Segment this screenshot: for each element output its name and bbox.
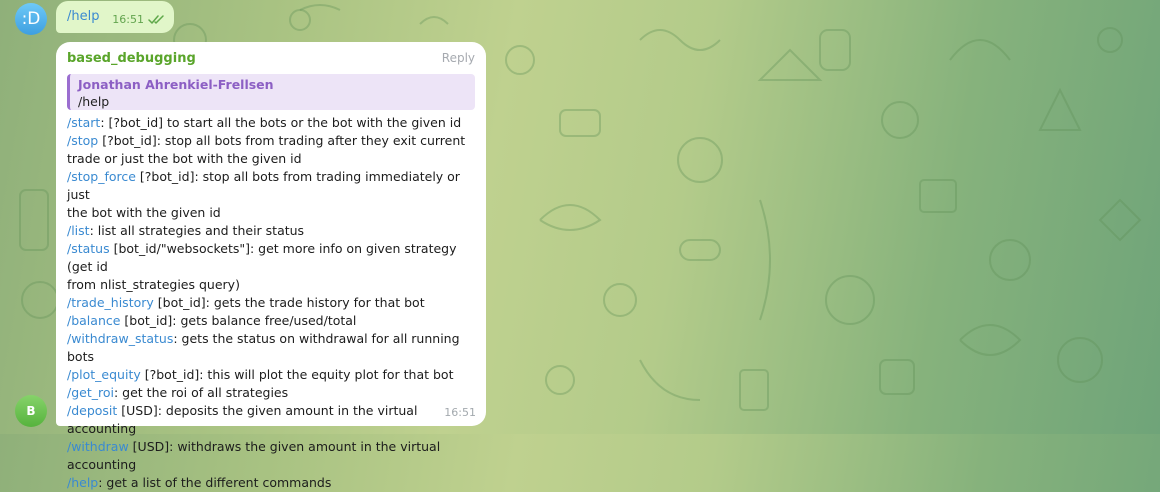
command-description: [bot_id/"websockets"]: get more info on …: [67, 241, 457, 274]
command-line: /status [bot_id/"websockets"]: get more …: [67, 240, 475, 276]
command-link[interactable]: /trade_history: [67, 295, 154, 310]
command-link[interactable]: /balance: [67, 313, 120, 328]
command-line: /balance [bot_id]: gets balance free/use…: [67, 312, 475, 330]
command-description: [?bot_id]: this will plot the equity plo…: [140, 367, 454, 382]
double-check-icon: [148, 15, 164, 24]
command-description: [bot_id]: gets the trade history for tha…: [153, 295, 425, 310]
outgoing-command-link[interactable]: /help: [67, 9, 99, 24]
command-link[interactable]: /withdraw: [67, 439, 129, 454]
own-avatar-initials: :D: [21, 9, 41, 29]
reply-button[interactable]: Reply: [442, 51, 475, 65]
quote-text: /help: [78, 94, 110, 109]
command-link[interactable]: /stop: [67, 133, 98, 148]
incoming-message-time: 16:51: [444, 406, 476, 419]
command-description: [bot_id]: gets balance free/used/total: [120, 313, 357, 328]
command-description: trade or just the bot with the given id: [67, 151, 302, 166]
command-description: accounting: [67, 457, 137, 472]
command-line: /withdraw [USD]: withdraws the given amo…: [67, 438, 475, 456]
command-link[interactable]: /plot_equity: [67, 367, 141, 382]
command-line: the bot with the given id: [67, 204, 475, 222]
command-link[interactable]: /stop_force: [67, 169, 136, 184]
command-link[interactable]: /get_roi: [67, 385, 114, 400]
command-line: /stop [?bot_id]: stop all bots from trad…: [67, 132, 475, 150]
command-description: [?bot_id]: stop all bots from trading af…: [98, 133, 466, 148]
command-line: /list: list all strategies and their sta…: [67, 222, 475, 240]
outgoing-message-meta: 16:51: [112, 13, 166, 26]
bot-avatar[interactable]: B: [15, 395, 47, 427]
command-description: the bot with the given id: [67, 205, 221, 220]
command-description: : list all strategies and their status: [89, 223, 305, 238]
command-line: trade or just the bot with the given id: [67, 150, 475, 168]
command-line: /plot_equity [?bot_id]: this will plot t…: [67, 366, 475, 384]
command-description: : get a list of the different commands: [98, 475, 332, 490]
command-link[interactable]: /help: [67, 475, 98, 490]
command-link[interactable]: /deposit: [67, 403, 117, 418]
message-header: based_debugging Reply: [67, 51, 475, 69]
command-line: /trade_history [bot_id]: gets the trade …: [67, 294, 475, 312]
command-description: from nlist_strategies query): [67, 277, 240, 292]
command-line: /stop_force [?bot_id]: stop all bots fro…: [67, 168, 475, 204]
command-line: from nlist_strategies query): [67, 276, 475, 294]
incoming-message-bubble[interactable]: based_debugging Reply Jonathan Ahrenkiel…: [56, 42, 486, 490]
sender-name[interactable]: based_debugging: [67, 51, 196, 66]
own-avatar[interactable]: :D: [15, 3, 47, 35]
reply-quote[interactable]: Jonathan Ahrenkiel-Frellsen /help: [67, 74, 475, 110]
command-line: /start: [?bot_id] to start all the bots …: [67, 114, 475, 132]
outgoing-message-bubble[interactable]: /help 16:51: [56, 1, 174, 33]
command-description: : [?bot_id] to start all the bots or the…: [100, 115, 462, 130]
command-list: /start: [?bot_id] to start all the bots …: [67, 114, 475, 492]
command-link[interactable]: /list: [67, 223, 90, 238]
command-line: /withdraw_status: gets the status on wit…: [67, 330, 475, 366]
quote-author: Jonathan Ahrenkiel-Frellsen: [78, 77, 274, 92]
command-line: /help: get a list of the different comma…: [67, 474, 475, 492]
command-link[interactable]: /status: [67, 241, 110, 256]
command-description: [USD]: withdraws the given amount in the…: [128, 439, 441, 454]
command-line: /deposit [USD]: deposits the given amoun…: [67, 402, 475, 438]
bot-avatar-initial: B: [26, 404, 36, 418]
command-description: : get the roi of all strategies: [113, 385, 289, 400]
outgoing-message-time: 16:51: [112, 13, 144, 26]
command-line: /get_roi: get the roi of all strategies: [67, 384, 475, 402]
command-description: [USD]: deposits the given amount in the …: [67, 403, 418, 436]
command-link[interactable]: /withdraw_status: [67, 331, 173, 346]
command-link[interactable]: /start: [67, 115, 100, 130]
command-line: accounting: [67, 456, 475, 474]
